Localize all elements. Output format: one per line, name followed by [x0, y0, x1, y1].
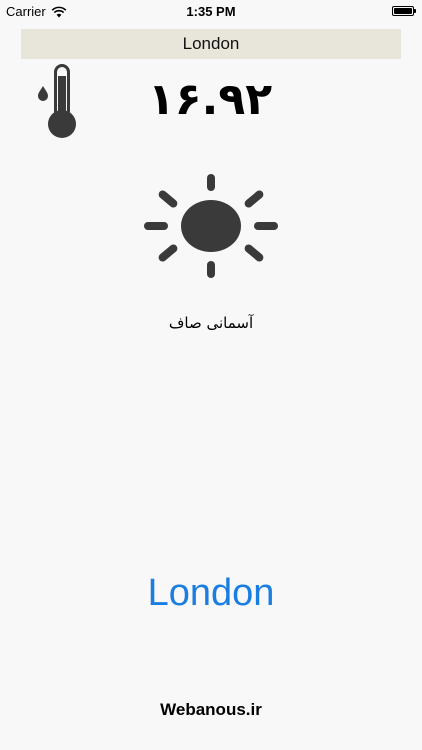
city-title: London: [182, 34, 240, 53]
footer-brand: Webanous.ir: [160, 700, 262, 719]
thermometer-icon: [38, 64, 76, 138]
battery-icon: [392, 6, 416, 16]
city-title-bar: London: [21, 29, 401, 59]
status-time: 1:35 PM: [186, 4, 236, 19]
status-bar: Carrier 1:35 PM: [0, 0, 422, 22]
city-select-button[interactable]: London: [0, 572, 422, 615]
sun-icon: [144, 174, 278, 278]
weather-condition: آسمانی صاف: [168, 314, 254, 332]
temperature-value: ۱۶.۹۲: [147, 74, 273, 125]
